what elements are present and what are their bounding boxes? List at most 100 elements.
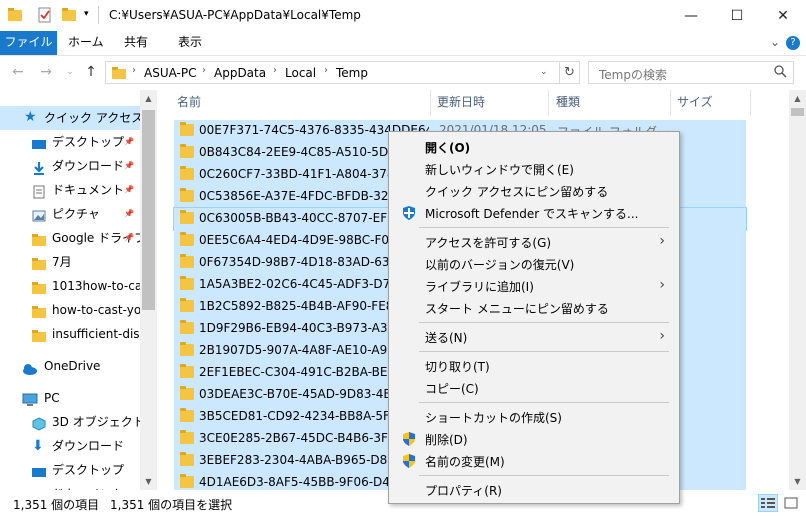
nav-pc-documents[interactable]: ドキュメント <box>0 482 141 490</box>
file-list-scrollbar[interactable]: ▲ ▼ <box>789 90 806 490</box>
nav-label: ピクチャ <box>52 207 100 221</box>
folder-icon <box>180 122 194 136</box>
menu-item-label: 送る(N) <box>425 331 468 345</box>
context-menu-item[interactable]: アクセスを許可する(G) › <box>391 231 677 253</box>
menu-item-label: 削除(D) <box>425 433 468 447</box>
context-menu-item[interactable]: 削除(D) <box>391 428 677 450</box>
nav-pc-downloads[interactable]: ⬇ ダウンロード <box>0 434 141 458</box>
folder-icon <box>180 452 194 466</box>
scroll-down-icon[interactable]: ▼ <box>789 473 806 490</box>
context-menu-item[interactable]: 切り取り(T) <box>391 355 677 377</box>
maximize-button[interactable]: ☐ <box>714 0 760 31</box>
nav-quick-access[interactable]: ★ クイック アクセス <box>0 106 141 130</box>
pin-icon[interactable]: 📌 <box>124 130 134 154</box>
context-menu-item[interactable]: 名前の変更(M) <box>391 450 677 472</box>
cloud-icon <box>22 359 37 375</box>
chevron-right-icon: › <box>659 328 665 344</box>
nav-3d-objects[interactable]: 3D オブジェクト <box>0 410 141 434</box>
context-menu-item[interactable]: スタート メニューにピン留めする <box>391 297 677 319</box>
folder-icon <box>180 276 194 290</box>
context-menu-item[interactable]: 以前のバージョンの復元(V) <box>391 253 677 275</box>
minimize-button[interactable]: — <box>668 0 714 31</box>
tab-file[interactable]: ファイル <box>0 31 57 55</box>
forward-icon[interactable]: → <box>38 64 54 80</box>
download-icon: ⬇ <box>32 438 44 454</box>
nav-item[interactable]: how-to-cast-you <box>0 298 141 322</box>
nav-item[interactable]: 7月 <box>0 250 141 274</box>
context-menu-item[interactable]: 開く(O) <box>391 136 677 158</box>
pin-icon[interactable]: 📌 <box>124 226 134 250</box>
nav-pc[interactable]: PC <box>0 386 141 410</box>
pin-icon[interactable]: 📌 <box>124 178 134 202</box>
menu-item-label: Microsoft Defender でスキャンする... <box>425 207 639 221</box>
search-input[interactable]: Tempの検索 <box>588 61 794 84</box>
refresh-button[interactable]: ↻ <box>560 61 580 84</box>
context-menu-item[interactable]: 送る(N) › <box>391 326 677 348</box>
computer-icon <box>22 391 38 406</box>
customize-toolbar-icon[interactable]: ▾ <box>84 9 94 25</box>
nav-scrollbar[interactable]: ▲ ▼ <box>140 90 157 490</box>
nav-item[interactable]: Google ドライブ 📌 <box>0 226 141 250</box>
menu-item-label: ショートカットの作成(S) <box>425 411 562 425</box>
menu-item-label: 切り取り(T) <box>425 360 490 374</box>
nav-item[interactable]: ドキュメント 📌 <box>0 178 141 202</box>
chevron-right-icon[interactable]: › <box>202 65 206 76</box>
context-menu: 開く(O) 新しいウィンドウで開く(E) クイック アクセスにピン留めする Micro… <box>388 131 680 504</box>
chevron-right-icon[interactable]: › <box>273 65 277 76</box>
nav-item[interactable]: 1013how-to-cast <box>0 274 141 298</box>
chevron-right-icon: › <box>659 233 665 249</box>
nav-item[interactable]: insufficient-disk <box>0 322 141 346</box>
address-dropdown-icon[interactable]: ⌄ <box>540 67 548 77</box>
scroll-up-icon[interactable]: ▲ <box>140 90 157 107</box>
back-icon[interactable]: ← <box>10 64 26 80</box>
pin-icon[interactable]: 📌 <box>124 154 134 178</box>
nav-item[interactable]: ダウンロード 📌 <box>0 154 141 178</box>
breadcrumb-local[interactable]: Local <box>285 66 316 80</box>
folder-icon <box>180 166 194 180</box>
scroll-up-icon[interactable]: ▲ <box>789 90 806 107</box>
breadcrumb-appdata[interactable]: AppData <box>214 66 266 80</box>
context-menu-item[interactable]: ショートカットの作成(S) <box>391 406 677 428</box>
star-icon: ★ <box>24 109 37 125</box>
context-menu-item[interactable]: コピー(C) <box>391 377 677 399</box>
chevron-right-icon[interactable]: › <box>132 65 136 76</box>
selected-count: 1,351 個の項目を選択 <box>110 498 233 512</box>
up-icon[interactable]: ↑ <box>83 64 99 80</box>
nav-item[interactable]: ピクチャ 📌 <box>0 202 141 226</box>
nav-label: 1013how-to-cast <box>52 279 141 293</box>
column-header-type[interactable]: 種類 <box>550 90 671 116</box>
tab-home[interactable]: ホーム <box>58 31 114 55</box>
column-header-name[interactable]: 名前 <box>171 90 431 116</box>
column-header-size[interactable]: サイズ <box>671 90 751 116</box>
nav-onedrive[interactable]: OneDrive <box>0 354 141 378</box>
nav-item[interactable]: デスクトップ 📌 <box>0 130 141 154</box>
details-view-icon[interactable] <box>758 494 778 512</box>
chevron-right-icon[interactable]: › <box>324 65 328 76</box>
new-folder-icon[interactable] <box>62 7 76 23</box>
nav-label: ドキュメント <box>52 183 125 197</box>
scroll-down-icon[interactable]: ▼ <box>140 473 157 490</box>
tab-view[interactable]: 表示 <box>168 31 212 55</box>
breadcrumb-asua-pc[interactable]: ASUA-PC <box>144 66 197 80</box>
tab-share[interactable]: 共有 <box>114 31 158 55</box>
context-menu-item[interactable]: クイック アクセスにピン留めする <box>391 180 677 202</box>
context-menu-item[interactable]: 新しいウィンドウで開く(E) <box>391 158 677 180</box>
context-menu-item[interactable]: Microsoft Defender でスキャンする... <box>391 202 677 224</box>
close-button[interactable]: ✕ <box>760 0 806 31</box>
recent-locations-icon[interactable]: ⌄ <box>62 64 78 80</box>
folder-icon <box>180 474 194 488</box>
breadcrumb-temp[interactable]: Temp <box>336 66 368 80</box>
context-menu-item[interactable]: ライブラリに追加(I) › <box>391 275 677 297</box>
large-icons-view-icon[interactable] <box>781 494 801 512</box>
column-header-date[interactable]: 更新日時 <box>430 90 549 116</box>
help-icon[interactable]: ? <box>786 36 800 50</box>
address-bar[interactable]: › ASUA-PC › AppData › Local › Temp ⌄ <box>105 61 560 84</box>
pin-icon[interactable]: 📌 <box>124 202 134 226</box>
scroll-thumb[interactable] <box>791 108 804 116</box>
nav-pc-desktop[interactable]: デスクトップ <box>0 458 141 482</box>
context-menu-item[interactable]: プロパティ(R) <box>391 479 677 501</box>
download-icon <box>32 159 46 175</box>
scroll-thumb[interactable] <box>142 110 155 310</box>
properties-icon[interactable] <box>37 7 53 23</box>
folder-icon <box>180 232 194 246</box>
